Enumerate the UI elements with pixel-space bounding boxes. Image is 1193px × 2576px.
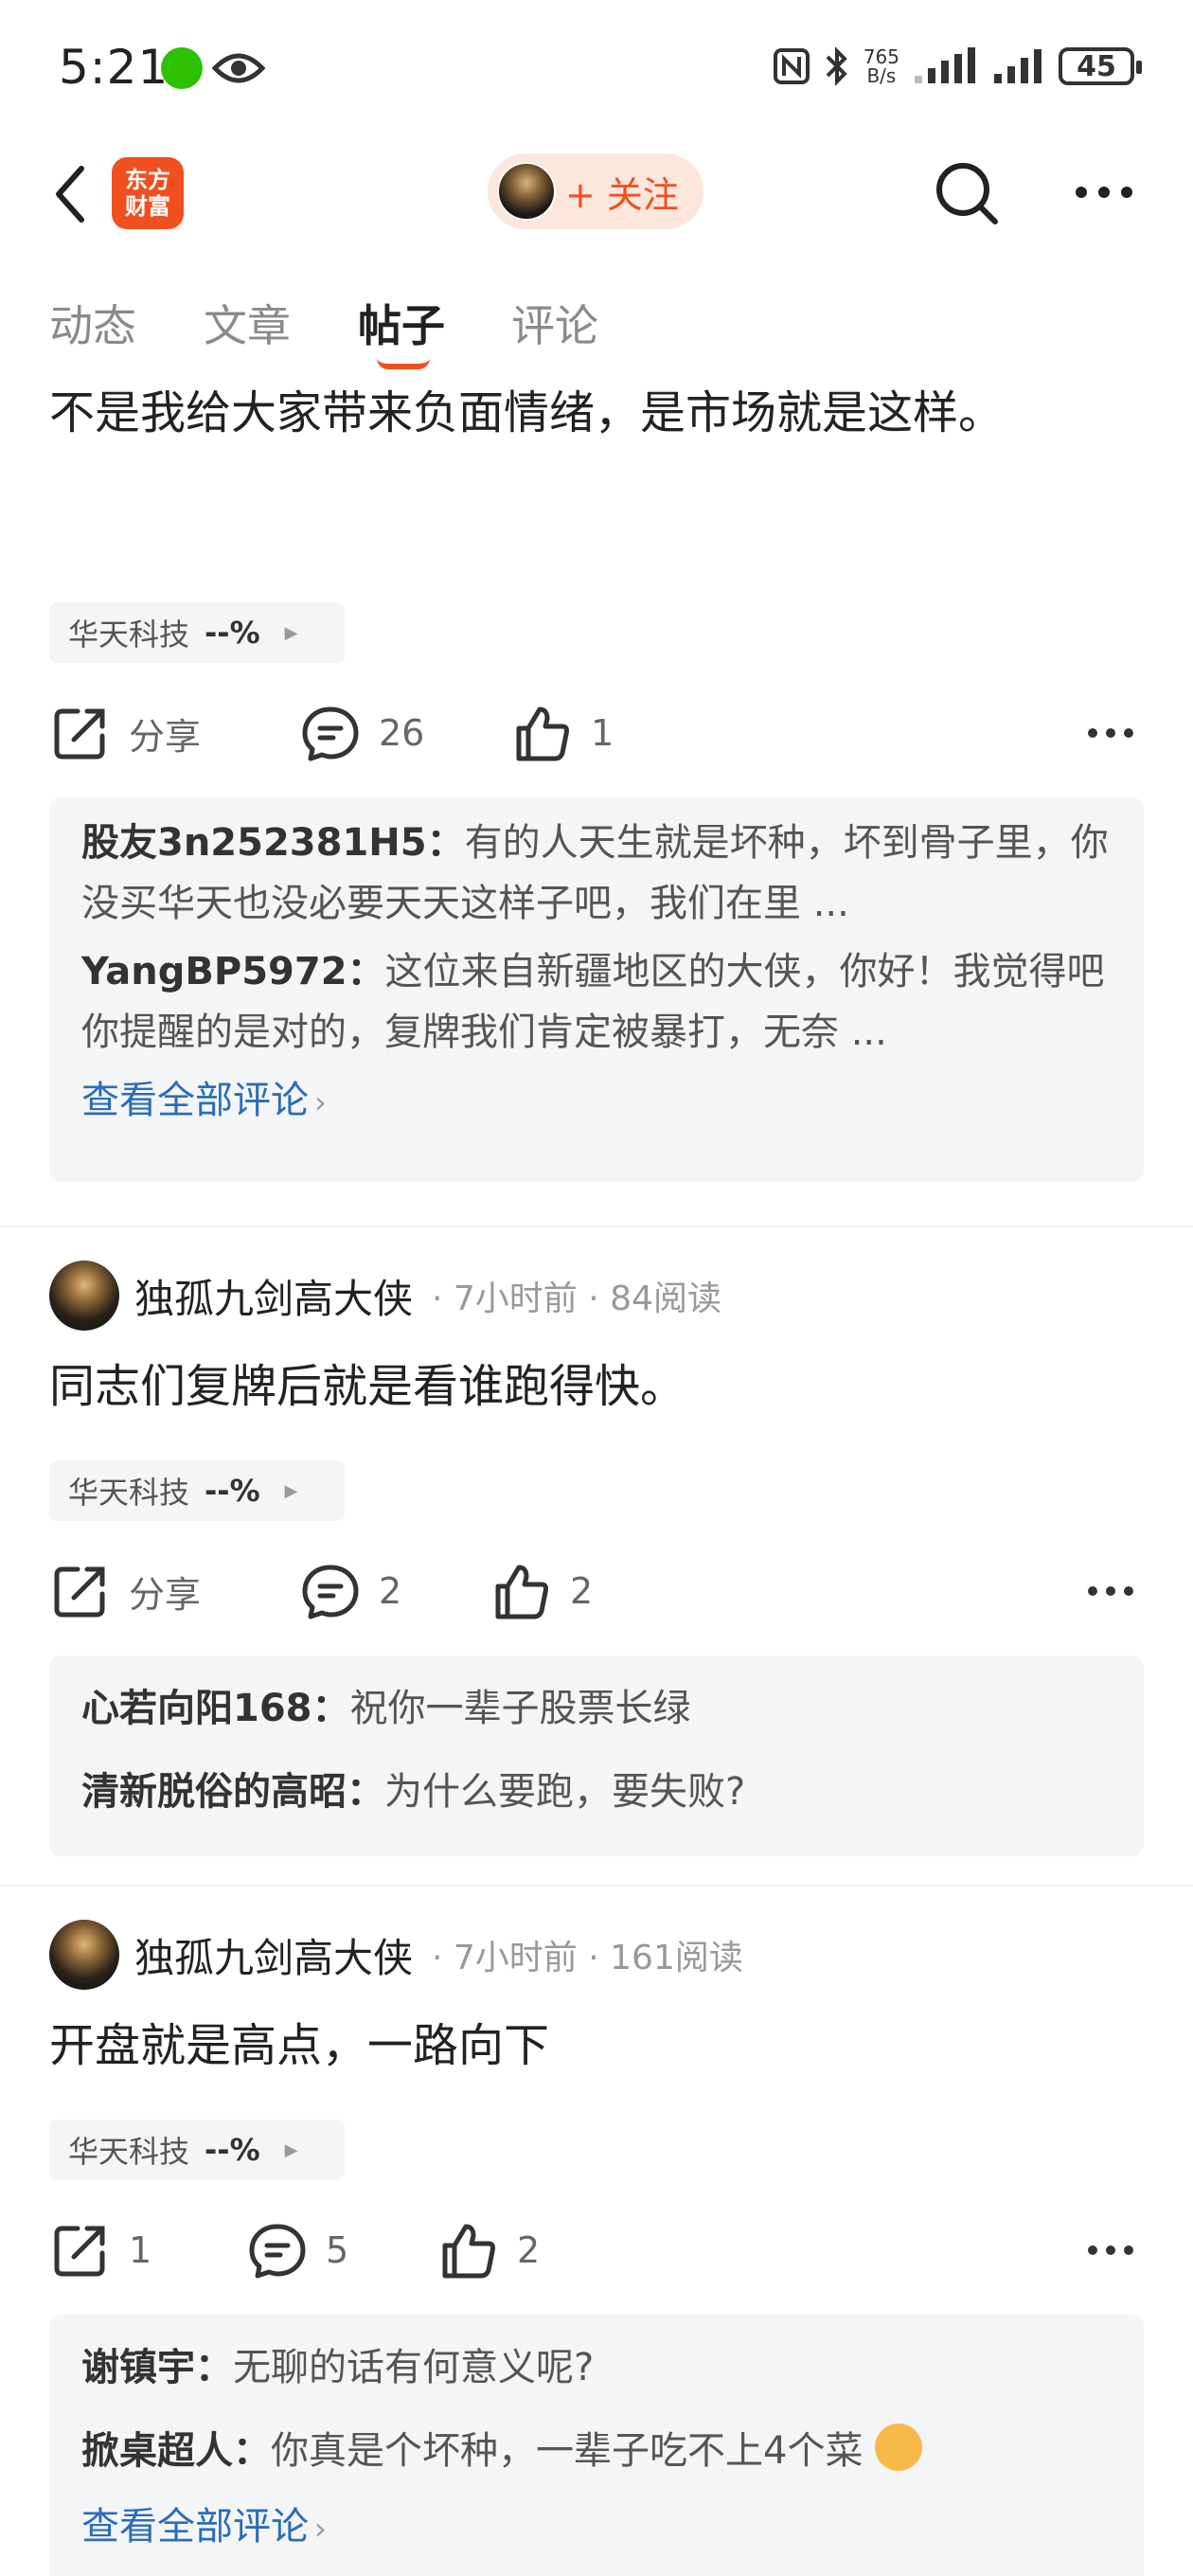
tab-articles[interactable]: 文章 (204, 292, 291, 354)
comment-item: 谢镇宇：无聊的话有何意义呢? (81, 2346, 595, 2389)
comment-item: 心若向阳168：祝你一辈子股票长绿 (81, 1687, 691, 1730)
post-feed[interactable]: 同志们复牌就是挨打的时候，而且是毒打。拭目以待。不是我给大家带来负面情绪，是市场… (0, 369, 1193, 2576)
comment-button[interactable]: 26 (299, 695, 424, 771)
comment-preview[interactable]: 心若向阳168：祝你一辈子股票长绿 清新脱俗的高昭：为什么要跑，要失败? (49, 1655, 1144, 1856)
tab-comments[interactable]: 评论 (511, 292, 598, 354)
post-meta: · 7小时前 · 84阅读 (432, 1279, 721, 1318)
post-text[interactable]: 开盘就是高点，一路向下 (49, 2010, 1148, 2082)
comment-preview[interactable]: 谢镇宇：无聊的话有何意义呢? 掀桌超人：你真是个坏种，一辈子吃不上4个菜 查看全… (49, 2315, 1144, 2576)
share-button[interactable]: 1 (49, 2212, 151, 2288)
net-speed: 765 B/s (863, 45, 899, 87)
like-button[interactable]: 1 (511, 695, 614, 771)
follow-button[interactable]: + 关注 (488, 153, 703, 229)
more-icon[interactable] (1087, 1584, 1134, 1598)
comment-item: 股友3n252381H5：有的人天生就是坏种，坏到骨子里，你没买华天也没必要天天… (81, 821, 1109, 925)
post-actions: 1 5 2 (0, 2212, 1193, 2288)
comment-icon (302, 707, 359, 761)
nfc-icon (773, 48, 810, 84)
post-actions: 分享 2 2 (0, 1553, 1193, 1629)
divider (0, 1885, 1193, 1887)
share-button[interactable]: 分享 (49, 1553, 201, 1629)
post-meta: · 7小时前 · 161阅读 (432, 1939, 743, 1977)
caret-right-icon: ▶ (284, 622, 298, 643)
comment-item: 清新脱俗的高昭：为什么要跑，要失败? (81, 1770, 746, 1814)
status-bar: 5:21 765 B/s 45 (0, 0, 1193, 142)
tab-bar: 动态 文章 帖子 评论 (0, 284, 1193, 369)
comment-icon (302, 1565, 359, 1619)
author-row[interactable]: 独孤九剑高大侠 · 7小时前 · 161阅读 (49, 1919, 743, 1991)
avatar (497, 162, 556, 221)
comment-item: YangBP5972：这位来自新疆地区的大侠，你好！我觉得吧你提醒的是对的，复牌… (81, 950, 1105, 1054)
top-app-bar: 东方 财富 + 关注 (0, 142, 1193, 246)
search-icon[interactable] (933, 159, 1001, 227)
tab-posts[interactable]: 帖子 (358, 292, 445, 354)
chevron-right-icon: › (314, 2511, 327, 2547)
battery-icon: 45 (1059, 47, 1142, 85)
avatar[interactable] (49, 1920, 119, 1990)
post-text[interactable]: 同志们复牌后就是看谁跑得快。 (49, 1351, 1148, 1422)
signal-icon (994, 49, 1042, 83)
bluetooth-icon (826, 46, 847, 86)
stock-tag[interactable]: 华天科技 --% ▶ (49, 1460, 345, 1521)
tab-active-indicator (377, 358, 430, 369)
stock-tag[interactable]: 华天科技 --% ▶ (49, 602, 345, 663)
comment-button[interactable]: 2 (299, 1553, 401, 1629)
like-button[interactable]: 2 (437, 2212, 540, 2288)
status-time: 5:21 (59, 40, 169, 95)
more-icon[interactable] (1087, 2244, 1134, 2257)
status-icons: 765 B/s 45 (773, 44, 1142, 89)
divider (0, 1225, 1193, 1227)
share-icon (54, 2226, 105, 2277)
follow-label: + 关注 (565, 173, 679, 216)
app-logo: 东方 财富 (112, 157, 184, 229)
tab-dynamics[interactable]: 动态 (49, 292, 136, 354)
comment-button[interactable]: 5 (246, 2212, 348, 2288)
author-row[interactable]: 独孤九剑高大侠 · 7小时前 · 84阅读 (49, 1260, 721, 1332)
back-icon[interactable] (47, 161, 95, 227)
eye-icon (212, 53, 265, 83)
more-icon[interactable] (1075, 186, 1133, 199)
chevron-right-icon: › (314, 1084, 327, 1120)
avatar[interactable] (49, 1261, 119, 1331)
view-all-comments-link[interactable]: 查看全部评论 › (81, 1070, 1112, 1133)
comment-item: 掀桌超人：你真是个坏种，一辈子吃不上4个菜 (81, 2413, 1112, 2489)
like-icon (516, 707, 569, 761)
signal-icon (915, 47, 975, 83)
more-icon[interactable] (1087, 726, 1134, 740)
view-all-comments-link[interactable]: 查看全部评论 › (81, 2496, 1112, 2559)
comment-preview[interactable]: 股友3n252381H5：有的人天生就是坏种，坏到骨子里，你没买华天也没必要天天… (49, 797, 1144, 1182)
share-icon (54, 708, 105, 760)
stock-tag[interactable]: 华天科技 --% ▶ (49, 2120, 345, 2180)
wechat-icon (161, 47, 203, 89)
caret-right-icon: ▶ (284, 2139, 298, 2160)
author-name[interactable]: 独孤九剑高大侠 (134, 1267, 413, 1325)
post-text[interactable]: 同志们复牌就是挨打的时候，而且是毒打。拭目以待。不是我给大家带来负面情绪，是市场… (49, 369, 1148, 449)
caret-right-icon: ▶ (284, 1480, 298, 1501)
author-name[interactable]: 独孤九剑高大侠 (134, 1926, 413, 1984)
like-icon (442, 2224, 495, 2279)
share-icon (54, 1566, 105, 1618)
emoji-icon (875, 2424, 923, 2471)
like-button[interactable]: 2 (490, 1553, 593, 1629)
like-icon (495, 1565, 548, 1619)
share-button[interactable]: 分享 (49, 695, 201, 771)
post-actions: 分享 26 1 (0, 695, 1193, 771)
comment-icon (249, 2224, 306, 2279)
